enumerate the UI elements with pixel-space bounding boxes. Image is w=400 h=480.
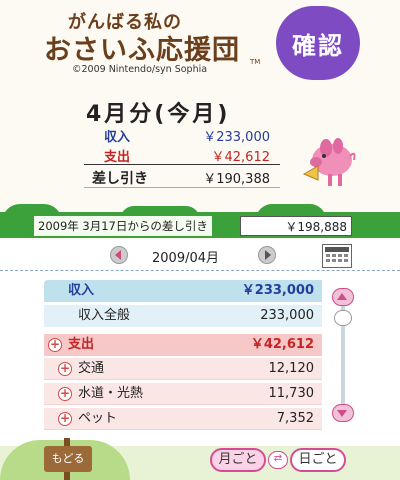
summary-income-value: ￥233,000: [203, 130, 270, 145]
expense-category-value: ￥42,612: [250, 337, 314, 352]
scroll-up-button[interactable]: [332, 288, 354, 306]
month-label: 2009/04月: [152, 251, 220, 266]
calendar-button[interactable]: [322, 244, 352, 268]
income-category-value: ￥233,000: [241, 283, 314, 298]
copyright-text: ©2009 Nintendo/syn Sophia: [72, 64, 208, 75]
list-item[interactable]: 収入全般 233,000: [44, 305, 322, 327]
logo-trademark: TM: [250, 58, 261, 66]
prev-month-button[interactable]: [110, 246, 128, 264]
income-category-label: 収入: [68, 283, 95, 298]
expense-category-label: 支出: [68, 337, 95, 352]
list-item[interactable]: + 交通 12,120: [44, 358, 322, 380]
back-button[interactable]: もどる: [44, 446, 92, 472]
list-item-label: ペット: [78, 411, 118, 426]
month-title: 4月分(今月): [86, 102, 231, 127]
list-item-label: 交通: [78, 361, 105, 376]
summary-diff-value: ￥190,388: [203, 172, 270, 187]
summary-income-label: 収入: [104, 130, 131, 145]
list-item[interactable]: + 水道・光熱 11,730: [44, 383, 322, 405]
summary-expense-value: ￥42,612: [211, 150, 271, 165]
summary-expense-label: 支出: [104, 150, 131, 165]
logo-title-line2: おさいふ応援団: [44, 35, 240, 66]
toggle-arrow-icon[interactable]: ⇄: [268, 451, 288, 469]
expand-icon: +: [58, 361, 72, 376]
list-item-label: 収入全般: [78, 308, 131, 323]
scroll-down-button[interactable]: [332, 404, 354, 422]
list-item-value: 12,120: [268, 361, 315, 376]
scrollbar-thumb[interactable]: [334, 310, 352, 326]
list-item-label: 水道・光熱: [78, 386, 144, 401]
list-item-value: 11,730: [268, 386, 315, 401]
section-divider: [0, 270, 400, 271]
daily-view-button[interactable]: 日ごと: [290, 448, 346, 472]
expand-icon: +: [48, 337, 62, 352]
pig-mascot-icon: [302, 138, 356, 186]
arrow-left-icon: [115, 250, 121, 260]
summary-bottom-divider: [84, 187, 280, 188]
monthly-view-button[interactable]: 月ごと: [210, 448, 266, 472]
list-item[interactable]: + ペット 7,352: [44, 408, 322, 430]
expand-icon: +: [58, 386, 72, 401]
calendar-icon: [325, 247, 349, 262]
expense-category-row[interactable]: + 支出 ￥42,612: [44, 334, 322, 356]
banner-period-text: 2009年 3月17日からの差し引き: [34, 216, 212, 236]
arrow-right-icon: [265, 250, 271, 260]
income-category-row[interactable]: 収入 ￥233,000: [44, 280, 322, 302]
confirm-button[interactable]: 確認: [276, 6, 360, 80]
list-item-value: 7,352: [276, 411, 314, 426]
arrow-down-icon: [337, 410, 347, 417]
list-item-value: 233,000: [260, 308, 314, 323]
summary-divider: [84, 164, 280, 165]
expand-icon: +: [58, 411, 72, 426]
summary-diff-label: 差し引き: [92, 171, 148, 187]
arrow-up-icon: [337, 293, 347, 300]
banner-total-value: ￥198,888: [240, 216, 352, 236]
next-month-button[interactable]: [258, 246, 276, 264]
